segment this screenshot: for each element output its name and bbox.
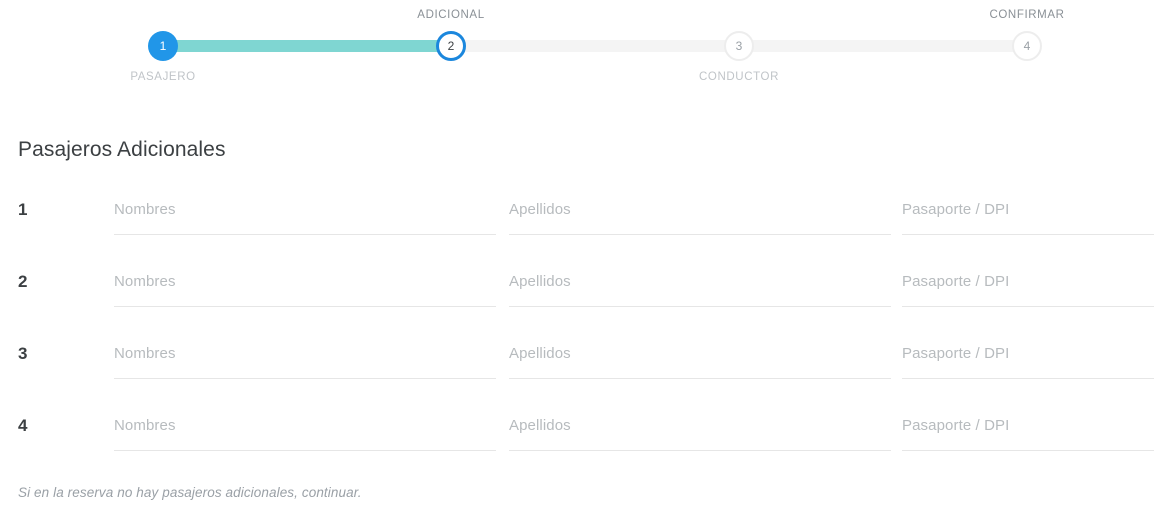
main-content: Pasajeros Adicionales 1 Nombres Apellido… — [0, 95, 1154, 500]
stepper-connector-2-3 — [451, 40, 739, 52]
nombres-input-2[interactable] — [114, 262, 496, 306]
passenger-index-4: 4 — [18, 416, 28, 435]
apellidos-field-3[interactable]: Apellidos — [509, 334, 891, 379]
table-row: 2 Nombres Apellidos Pasaporte / DPI — [18, 262, 1154, 334]
apellidos-field-1[interactable]: Apellidos — [509, 190, 891, 235]
apellidos-input-3[interactable] — [509, 334, 891, 378]
nombres-field-4[interactable]: Nombres — [114, 406, 496, 451]
nombres-field-1[interactable]: Nombres — [114, 190, 496, 235]
pasaporte-field-1[interactable]: Pasaporte / DPI — [902, 190, 1154, 235]
apellidos-field-4[interactable]: Apellidos — [509, 406, 891, 451]
stepper-node-1[interactable]: 1 — [148, 31, 178, 61]
nombres-input-1[interactable] — [114, 190, 496, 234]
apellidos-input-2[interactable] — [509, 262, 891, 306]
stepper-node-4[interactable]: 4 — [1012, 31, 1042, 61]
nombres-input-4[interactable] — [114, 406, 496, 450]
pasaporte-field-3[interactable]: Pasaporte / DPI — [902, 334, 1154, 379]
stepper-label-2: ADICIONAL — [417, 9, 485, 21]
apellidos-input-4[interactable] — [509, 406, 891, 450]
passenger-rows: 1 Nombres Apellidos Pasaporte / DPI 2 No… — [18, 190, 1154, 478]
stepper-connector-3-4 — [739, 40, 1027, 52]
stepper-label-4: CONFIRMAR — [989, 9, 1065, 21]
pasaporte-input-1[interactable] — [902, 190, 1154, 234]
apellidos-input-1[interactable] — [509, 190, 891, 234]
stepper-node-1-number: 1 — [159, 39, 167, 53]
stepper-node-3[interactable]: 3 — [724, 31, 754, 61]
progress-stepper: 1 PASAJERO 2 ADICIONAL 3 CONDUCTOR 4 CON… — [0, 0, 1154, 95]
stepper-connector-1-2 — [163, 40, 451, 52]
passenger-index-3: 3 — [18, 344, 28, 363]
passenger-index-1: 1 — [18, 200, 28, 219]
stepper-label-3: CONDUCTOR — [699, 71, 779, 83]
page-title: Pasajeros Adicionales — [18, 138, 226, 161]
table-row: 3 Nombres Apellidos Pasaporte / DPI — [18, 334, 1154, 406]
pasaporte-field-2[interactable]: Pasaporte / DPI — [902, 262, 1154, 307]
pasaporte-input-3[interactable] — [902, 334, 1154, 378]
stepper-node-3-number: 3 — [735, 39, 743, 53]
stepper-label-1: PASAJERO — [130, 71, 196, 83]
pasaporte-field-4[interactable]: Pasaporte / DPI — [902, 406, 1154, 451]
apellidos-field-2[interactable]: Apellidos — [509, 262, 891, 307]
nombres-field-3[interactable]: Nombres — [114, 334, 496, 379]
pasaporte-input-2[interactable] — [902, 262, 1154, 306]
table-row: 1 Nombres Apellidos Pasaporte / DPI — [18, 190, 1154, 262]
pasaporte-input-4[interactable] — [902, 406, 1154, 450]
helper-note: Si en la reserva no hay pasajeros adicio… — [18, 485, 362, 500]
nombres-field-2[interactable]: Nombres — [114, 262, 496, 307]
stepper-node-4-number: 4 — [1023, 39, 1031, 53]
stepper-node-2-number: 2 — [447, 39, 455, 53]
passenger-index-2: 2 — [18, 272, 28, 291]
stepper-node-2[interactable]: 2 — [436, 31, 466, 61]
nombres-input-3[interactable] — [114, 334, 496, 378]
table-row: 4 Nombres Apellidos Pasaporte / DPI — [18, 406, 1154, 478]
